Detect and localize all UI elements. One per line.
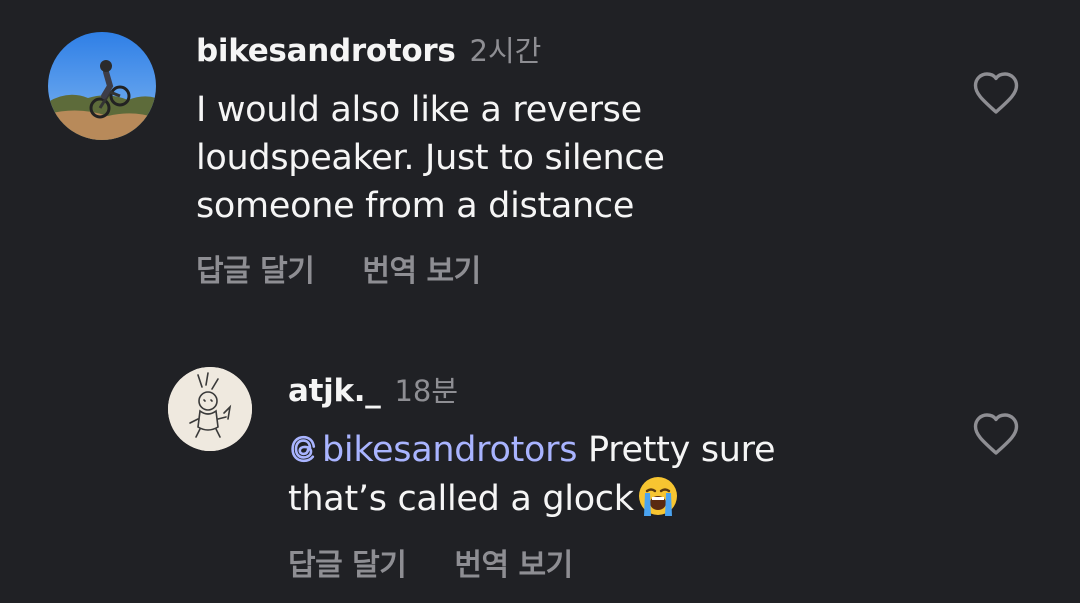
mention-username: bikesandrotors <box>322 430 578 470</box>
comment-line: loudspeaker. Just to silence <box>196 138 665 178</box>
comment-text: bikesandrotors Pretty sure that’s called… <box>288 426 776 523</box>
like-button[interactable] <box>972 412 1020 456</box>
threads-icon <box>291 435 316 463</box>
like-button[interactable] <box>972 71 1020 115</box>
comment-text: I would also like a reverse loudspeaker.… <box>196 86 665 230</box>
comments-thread: bikesandrotors 2시간 I would also like a r… <box>0 0 1080 603</box>
avatar[interactable] <box>48 32 156 140</box>
reply-button[interactable]: 답글 달기 <box>288 540 407 584</box>
loudly-crying-face-icon <box>638 477 677 516</box>
reply-button[interactable]: 답글 달기 <box>196 246 315 290</box>
heart-outline-icon <box>973 72 1019 114</box>
reply-item: atjk._ 18분 bikesandrotors Pretty sure th… <box>0 340 1080 603</box>
timestamp: 2시간 <box>469 34 542 68</box>
timestamp: 18분 <box>394 374 459 408</box>
comment-line: I would also like a reverse <box>196 90 642 130</box>
mention-link[interactable]: bikesandrotors <box>288 430 577 470</box>
comment-item: bikesandrotors 2시간 I would also like a r… <box>0 0 1080 300</box>
comment-text-part: Pretty sure <box>577 430 776 470</box>
comment-line: that’s called a glock <box>288 474 775 523</box>
username[interactable]: bikesandrotors <box>196 33 456 69</box>
heart-outline-icon <box>973 413 1019 455</box>
avatar[interactable] <box>168 367 252 451</box>
comment-text-part: that’s called a glock <box>288 479 634 519</box>
comment-line: bikesandrotors Pretty sure <box>288 426 776 474</box>
username[interactable]: atjk._ <box>288 373 381 409</box>
comment-line: someone from a distance <box>196 186 635 226</box>
translate-button[interactable]: 번역 보기 <box>454 540 573 584</box>
translate-button[interactable]: 번역 보기 <box>362 246 481 290</box>
